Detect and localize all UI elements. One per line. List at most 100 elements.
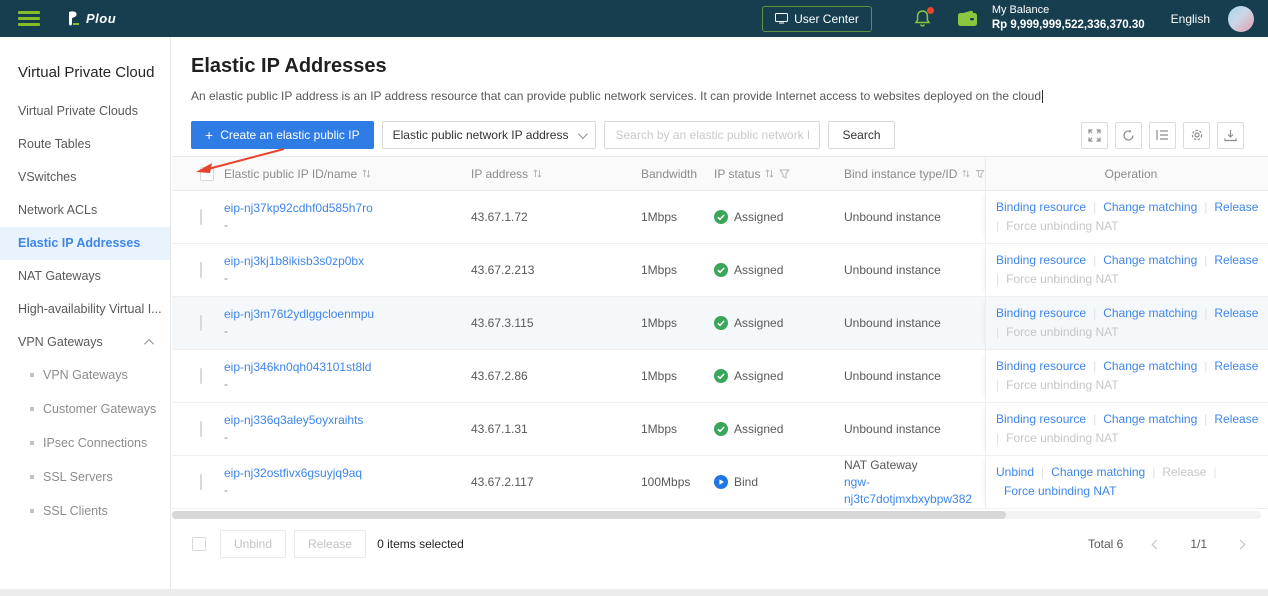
bandwidth: 1Mbps <box>641 262 678 277</box>
footer-select-all-checkbox[interactable] <box>192 537 206 551</box>
op-change-matching[interactable]: Change matching <box>1103 412 1197 426</box>
ip-address: 43.67.2.86 <box>471 368 528 383</box>
op-change-matching[interactable]: Change matching <box>1103 306 1197 320</box>
op-binding-resource[interactable]: Binding resource <box>996 412 1086 426</box>
row-checkbox[interactable] <box>200 261 202 278</box>
horizontal-scrollbar-thumb[interactable] <box>172 511 1006 519</box>
sort-icon[interactable] <box>533 168 542 179</box>
op-release[interactable]: Release <box>1214 359 1258 373</box>
settings-button[interactable] <box>1183 121 1210 149</box>
sidebar-item-route-tables[interactable]: Route Tables <box>0 128 170 161</box>
eip-id-link[interactable]: eip-nj346kn0qh043101st8ld <box>224 360 371 374</box>
sort-icon[interactable] <box>362 168 371 179</box>
col-header-bandwidth: Bandwidth <box>641 166 698 181</box>
sidebar-item-elastic-ip-addresses[interactable]: Elastic IP Addresses <box>0 227 170 260</box>
sort-icon[interactable] <box>765 168 774 179</box>
refresh-button[interactable] <box>1115 121 1142 149</box>
bullet-icon <box>30 407 34 411</box>
op-binding-resource[interactable]: Binding resource <box>996 200 1086 214</box>
op-release[interactable]: Release <box>1214 412 1258 426</box>
sidebar-title: Virtual Private Cloud <box>18 64 155 81</box>
pagination-total: Total 6 <box>1087 537 1124 551</box>
language-selector[interactable]: English <box>1171 12 1210 26</box>
sidebar-group-vpn-gateways[interactable]: VPN Gateways <box>0 326 170 358</box>
bind-status-icon <box>714 475 728 489</box>
balance-label: My Balance <box>991 4 1050 17</box>
row-checkbox[interactable] <box>200 208 202 225</box>
avatar[interactable] <box>1228 5 1254 32</box>
eip-id-link[interactable]: eip-nj32ostfivx6gsuyjq9aq <box>224 466 362 480</box>
top-bar: Plou User Center My Balance Rp 9,999,999… <box>0 0 1268 37</box>
eip-id-link[interactable]: eip-nj3kj1b8ikisb3s0zp0bx <box>224 254 364 268</box>
assigned-status-icon <box>714 422 728 436</box>
prev-page-icon[interactable] <box>1151 539 1162 549</box>
ip-status: Assigned <box>734 368 784 383</box>
sidebar-item-vswitches[interactable]: VSwitches <box>0 161 170 194</box>
bind-instance-id-link[interactable]: ngw-nj3tc7dotjmxbxybpw382 <box>844 475 972 506</box>
op-change-matching[interactable]: Change matching <box>1103 359 1197 373</box>
sidebar-item-virtual-private-clouds[interactable]: Virtual Private Clouds <box>0 95 170 128</box>
op-binding-resource[interactable]: Binding resource <box>996 359 1086 373</box>
fullscreen-icon <box>1088 128 1101 142</box>
sidebar-subitem-vpn-gateways[interactable]: VPN Gateways <box>0 358 170 392</box>
eip-id-link[interactable]: eip-nj3m76t2ydlggcloenmpu <box>224 307 374 321</box>
ip-status: Assigned <box>734 315 784 330</box>
user-center-button[interactable]: User Center <box>762 5 872 32</box>
op-force-unbinding-nat[interactable]: Force unbinding NAT <box>1004 484 1117 498</box>
gear-icon <box>1191 129 1202 141</box>
op-release[interactable]: Release <box>1214 253 1258 267</box>
op-release[interactable]: Release <box>1214 306 1258 320</box>
sidebar-subitem-label: Customer Gateways <box>43 402 157 416</box>
op-change-matching[interactable]: Change matching <box>1103 200 1197 214</box>
export-button[interactable] <box>1217 121 1244 149</box>
op-release[interactable]: Release <box>1214 200 1258 214</box>
hamburger-menu-icon[interactable] <box>18 11 40 26</box>
eip-name: - <box>224 218 228 232</box>
notification-badge <box>926 6 934 14</box>
op-change-matching[interactable]: Change matching <box>1103 253 1197 267</box>
custom-columns-button[interactable] <box>1149 121 1176 149</box>
row-checkbox[interactable] <box>200 367 202 384</box>
sidebar-subitem-ssl-clients[interactable]: SSL Clients <box>0 494 170 528</box>
logo[interactable]: Plou <box>64 10 116 28</box>
sort-icon[interactable] <box>962 168 970 179</box>
eip-name: - <box>224 377 228 391</box>
op-unbind[interactable]: Unbind <box>996 465 1034 479</box>
wallet-icon[interactable] <box>957 10 978 27</box>
row-checkbox[interactable] <box>200 314 202 331</box>
op-binding-resource[interactable]: Binding resource <box>996 306 1086 320</box>
sidebar-item-network-acls[interactable]: Network ACLs <box>0 194 170 227</box>
search-type-dropdown[interactable]: Elastic public network IP address <box>381 121 597 149</box>
fullscreen-button[interactable] <box>1081 121 1108 149</box>
plus-icon: + <box>205 127 214 143</box>
op-force-unbinding-nat: Force unbinding NAT <box>1006 272 1119 286</box>
op-change-matching[interactable]: Change matching <box>1051 465 1145 479</box>
ip-status: Assigned <box>734 262 784 277</box>
eip-id-link[interactable]: eip-nj336q3aley5oyxraihts <box>224 413 363 427</box>
eip-id-link[interactable]: eip-nj37kp92cdhf0d585h7ro <box>224 201 373 215</box>
monitor-icon <box>775 13 789 24</box>
search-input[interactable] <box>604 121 821 149</box>
sidebar-item-nat-gateways[interactable]: NAT Gateways <box>0 260 170 293</box>
logo-text: Plou <box>86 11 117 26</box>
sidebar-subitem-ssl-servers[interactable]: SSL Servers <box>0 460 170 494</box>
search-button[interactable]: Search <box>828 121 895 149</box>
select-all-checkbox[interactable] <box>200 166 214 181</box>
op-binding-resource[interactable]: Binding resource <box>996 253 1086 267</box>
sidebar-item-ha-virtual-ip[interactable]: High-availability Virtual I... <box>0 293 170 326</box>
row-checkbox[interactable] <box>200 473 202 490</box>
next-page-icon[interactable] <box>1235 539 1246 549</box>
sidebar-subitem-customer-gateways[interactable]: Customer Gateways <box>0 392 170 426</box>
op-force-unbinding-nat: Force unbinding NAT <box>1006 378 1119 392</box>
create-eip-button[interactable]: + Create an elastic public IP <box>191 121 374 149</box>
pagination: Total 6 1/1 <box>1087 537 1246 551</box>
selected-count-text: 0 items selected <box>377 537 464 551</box>
page-title: Elastic IP Addresses <box>191 55 387 77</box>
sidebar-subitem-ipsec-connections[interactable]: IPsec Connections <box>0 426 170 460</box>
assigned-status-icon <box>714 316 728 330</box>
filter-icon[interactable] <box>779 169 791 179</box>
row-checkbox[interactable] <box>200 420 202 437</box>
ip-status: Assigned <box>734 209 784 224</box>
notifications-bell-icon[interactable] <box>914 6 934 28</box>
filter-icon[interactable] <box>975 169 985 179</box>
